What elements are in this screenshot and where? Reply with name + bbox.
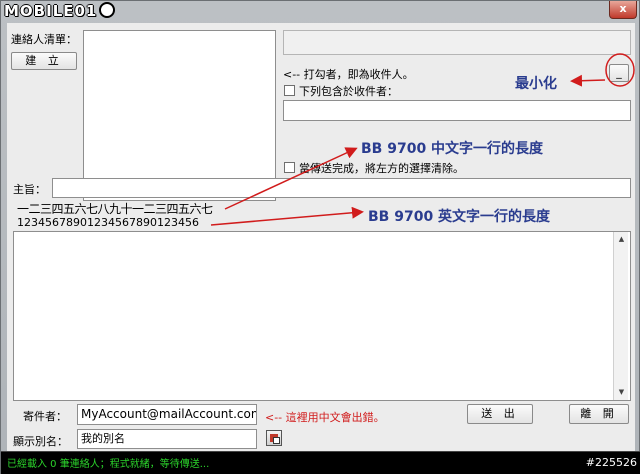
include-recipients-checkbox[interactable] (284, 85, 295, 96)
alias-input[interactable]: 我的別名 (77, 429, 257, 449)
sender-label: 寄件者： (23, 410, 67, 423)
recipient-display (283, 30, 631, 55)
create-button[interactable]: 建 立 (11, 52, 77, 70)
app-logo: MOBILE01 (4, 2, 116, 22)
english-sample-line: 12345678901234567890123456 (17, 216, 199, 229)
contacts-list[interactable] (83, 30, 276, 201)
minimize-button[interactable]: _ (609, 64, 629, 82)
title-bar: MOBILE01 x (1, 1, 640, 23)
subject-label: 主旨： (13, 183, 46, 196)
sender-warning-note: <-- 這裡用中文會出錯。 (265, 411, 385, 424)
app-window: MOBILE01 x 連絡人清單： 建 立 <-- 打勾者，即為收件人。 _ 下… (0, 0, 640, 474)
clear-after-send-label: 當傳送完成，將左方的選擇清除。 (299, 162, 464, 175)
leave-button[interactable]: 離 開 (569, 404, 629, 424)
english-width-annotation: BB 9700 英文字一行的長度 (368, 209, 551, 225)
subject-input[interactable] (52, 178, 631, 198)
sender-input[interactable]: MyAccount@mailAccount.com (77, 404, 257, 425)
chinese-sample-line: 一二三四五六七八九十一二三四五六七 (17, 202, 213, 216)
close-button[interactable]: x (609, 1, 637, 19)
status-bar: 已經載入 0 筆連絡人；程式就緒，等待傳送... #225526 (1, 451, 640, 474)
status-text: 已經載入 0 筆連絡人；程式就緒，等待傳送... (7, 459, 210, 470)
clear-after-send-checkbox[interactable] (284, 162, 295, 173)
alias-label: 顯示別名： (13, 435, 68, 448)
smiley-icon (99, 2, 116, 18)
message-body[interactable]: ▲ ▼ (13, 231, 631, 401)
include-recipients-label: 下列包含於收件者： (299, 85, 398, 98)
scroll-up-icon[interactable]: ▲ (614, 232, 629, 247)
minimize-annotation: 最小化 (515, 76, 557, 92)
recipients-field[interactable] (283, 100, 631, 121)
recipient-hint: <-- 打勾者，即為收件人。 (283, 68, 414, 81)
watermark: #225526 (585, 456, 637, 469)
address-book-icon[interactable] (266, 430, 282, 446)
scroll-down-icon[interactable]: ▼ (614, 385, 629, 400)
message-scrollbar[interactable]: ▲ ▼ (613, 232, 628, 400)
send-button[interactable]: 送 出 (467, 404, 533, 424)
chinese-width-annotation: BB 9700 中文字一行的長度 (361, 141, 544, 157)
contacts-label: 連絡人清單： (11, 33, 77, 46)
